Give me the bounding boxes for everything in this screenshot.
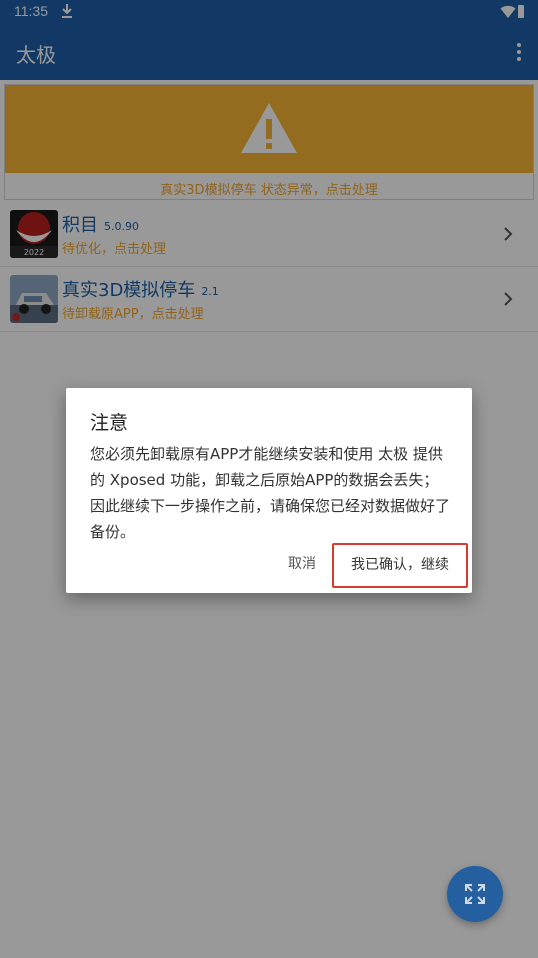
confirm-continue-button[interactable]: 我已确认，继续 <box>332 543 468 588</box>
confirm-dialog: 注意 您必须先卸载原有APP才能继续安装和使用 太极 提供的 Xposed 功能… <box>66 388 472 593</box>
cancel-button[interactable]: 取消 <box>288 553 316 573</box>
dialog-message: 您必须先卸载原有APP才能继续安装和使用 太极 提供的 Xposed 功能，卸载… <box>90 445 451 541</box>
dialog-title: 注意 <box>90 412 129 434</box>
dialog-actions: 取消 我已确认，继续 <box>66 540 472 588</box>
fullscreen-expand-icon <box>465 884 485 904</box>
fullscreen-fab[interactable] <box>447 866 503 922</box>
